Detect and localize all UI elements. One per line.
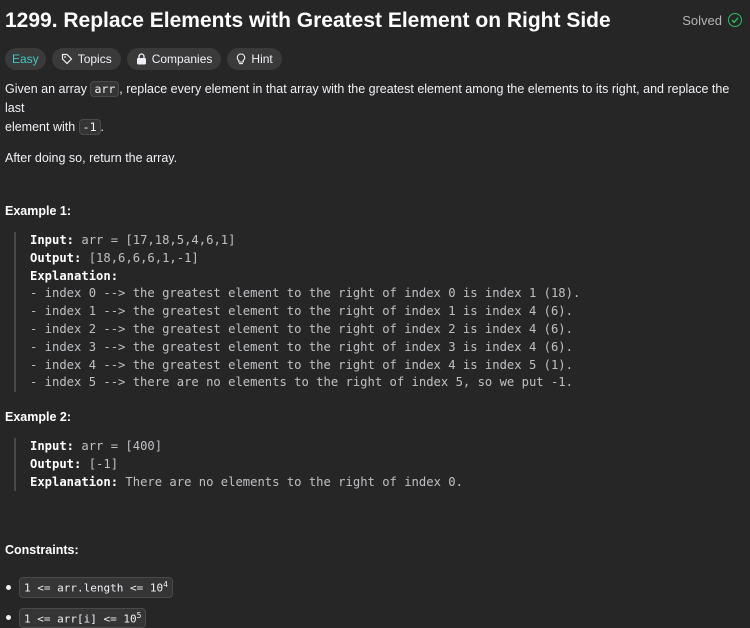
example-1-input-value: arr = [17,18,5,4,6,1] bbox=[74, 233, 236, 247]
problem-statement: Given an array arr, replace every elemen… bbox=[5, 80, 750, 168]
tag-icon bbox=[61, 53, 73, 65]
constraint-text: 1 <= arr.length <= 10 bbox=[24, 581, 164, 595]
explanation-line: - index 2 --> the greatest element to th… bbox=[30, 321, 573, 336]
constraint-text: 1 <= arr[i] <= 10 bbox=[24, 612, 137, 626]
statement-text-4: . bbox=[100, 120, 104, 134]
companies-label: Companies bbox=[151, 52, 213, 66]
problem-title[interactable]: 1299. Replace Elements with Greatest Ele… bbox=[5, 9, 611, 33]
constraint-item: 1 <= arr.length <= 104 bbox=[6, 577, 173, 598]
tag-bar: Easy Topics Companies Hint bbox=[5, 48, 750, 70]
companies-button[interactable]: Companies bbox=[126, 48, 222, 70]
example-2-heading: Example 2: bbox=[5, 410, 72, 424]
explanation-line: - index 4 --> the greatest element to th… bbox=[30, 357, 573, 372]
statement-text-1: Given an array bbox=[5, 82, 91, 96]
explanation-line: - index 1 --> the greatest element to th… bbox=[30, 304, 573, 319]
inline-code-neg1: -1 bbox=[78, 119, 101, 135]
explanation-line: - index 5 --> there are no elements to t… bbox=[30, 375, 573, 390]
example-1-block: Input: arr = [17,18,5,4,6,1] Output: [18… bbox=[14, 232, 581, 393]
example-2-block: Input: arr = [400] Output: [-1] Explanat… bbox=[14, 438, 463, 492]
example-2: Example 2: Input: arr = [400] Output: [-… bbox=[5, 410, 463, 492]
return-paragraph: After doing so, return the array. bbox=[5, 151, 178, 165]
topics-label: Topics bbox=[77, 52, 112, 66]
example-2-explanation-value: There are no elements to the right of in… bbox=[118, 474, 463, 489]
example-1-input-label: Input: bbox=[30, 233, 75, 247]
example-2-output-value: [-1] bbox=[81, 456, 119, 471]
hint-label: Hint bbox=[251, 52, 273, 66]
lightbulb-icon bbox=[236, 53, 246, 65]
difficulty-label: Easy bbox=[12, 52, 39, 66]
constraints-heading: Constraints: bbox=[5, 543, 79, 557]
solved-status: Solved bbox=[682, 13, 742, 28]
statement-paragraph: Given an array arr, replace every elemen… bbox=[5, 80, 750, 137]
constraint-exponent: 5 bbox=[136, 610, 142, 620]
constraint-item: 1 <= arr[i] <= 105 bbox=[6, 607, 173, 628]
lock-icon bbox=[136, 53, 147, 65]
problem-description-panel: 1299. Replace Elements with Greatest Ele… bbox=[0, 0, 750, 628]
example-1: Example 1: Input: arr = [17,18,5,4,6,1] … bbox=[5, 204, 581, 393]
solved-label: Solved bbox=[682, 12, 722, 28]
topics-button[interactable]: Topics bbox=[51, 48, 121, 70]
constraints-section: Constraints: 1 <= arr.length <= 104 1 <=… bbox=[5, 543, 173, 628]
example-1-output-value: [18,6,6,6,1,-1] bbox=[81, 250, 199, 265]
example-2-output-label: Output: bbox=[30, 456, 82, 471]
inline-code-arr: arr bbox=[90, 81, 120, 97]
check-circle-icon bbox=[728, 13, 742, 27]
difficulty-badge: Easy bbox=[5, 48, 46, 70]
bullet-dot bbox=[6, 584, 11, 590]
statement-text-3: element with bbox=[5, 120, 79, 134]
constraint-code: 1 <= arr[i] <= 105 bbox=[19, 607, 147, 628]
title-row: 1299. Replace Elements with Greatest Ele… bbox=[5, 0, 750, 40]
constraint-exponent: 4 bbox=[163, 580, 168, 589]
hint-button[interactable]: Hint bbox=[227, 48, 282, 70]
constraint-code: 1 <= arr.length <= 104 bbox=[19, 577, 173, 598]
example-2-explanation-label: Explanation: bbox=[30, 474, 119, 489]
explanation-line: - index 3 --> the greatest element to th… bbox=[30, 339, 573, 354]
example-1-heading: Example 1: bbox=[5, 204, 72, 218]
example-2-input-label: Input: bbox=[30, 439, 75, 453]
explanation-line: - index 0 --> the greatest element to th… bbox=[30, 286, 581, 301]
example-1-explanation-label: Explanation: bbox=[30, 268, 119, 283]
example-2-input-value: arr = [400] bbox=[74, 439, 163, 453]
bullet-dot bbox=[6, 615, 11, 621]
example-1-output-label: Output: bbox=[30, 250, 82, 265]
